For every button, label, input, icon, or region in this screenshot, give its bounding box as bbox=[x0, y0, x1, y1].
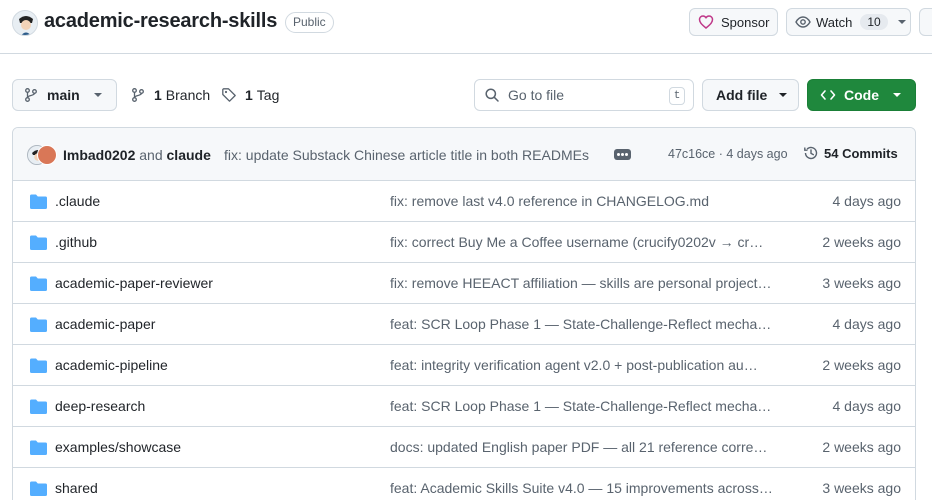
commits-link[interactable]: 54 Commits bbox=[803, 145, 898, 161]
file-commit-message[interactable]: feat: integrity verification agent v2.0 … bbox=[390, 357, 778, 373]
file-commit-message[interactable]: fix: correct Buy Me a Coffee username (c… bbox=[390, 234, 778, 250]
folder-icon bbox=[30, 358, 47, 373]
watch-count: 10 bbox=[860, 14, 888, 30]
sponsor-button[interactable]: Sponsor bbox=[689, 8, 778, 36]
folder-icon bbox=[30, 399, 47, 414]
keyboard-shortcut: t bbox=[669, 87, 685, 105]
folder-icon bbox=[30, 317, 47, 332]
file-age: 4 days ago bbox=[832, 398, 902, 414]
folder-icon bbox=[30, 194, 47, 209]
file-name[interactable]: deep-research bbox=[55, 398, 145, 414]
history-icon bbox=[804, 146, 818, 160]
tags-link[interactable]: 1 Tag bbox=[221, 87, 279, 103]
file-row[interactable]: academic-paper feat: SCR Loop Phase 1 — … bbox=[13, 304, 915, 345]
commit-count: 54 Commits bbox=[824, 145, 898, 161]
branch-icon bbox=[132, 88, 144, 102]
file-browser: Imbad0202 and claude fix: update Substac… bbox=[12, 127, 916, 500]
file-name[interactable]: shared bbox=[55, 480, 98, 496]
file-commit-message[interactable]: fix: remove last v4.0 reference in CHANG… bbox=[390, 193, 778, 209]
sponsor-label: Sponsor bbox=[721, 14, 770, 30]
tag-label: Tag bbox=[256, 87, 280, 103]
code-icon bbox=[820, 90, 836, 100]
author-link[interactable]: Imbad0202 bbox=[63, 147, 135, 163]
go-to-file-input[interactable]: Go to file t bbox=[474, 79, 694, 111]
file-name[interactable]: .claude bbox=[55, 193, 100, 209]
heart-icon bbox=[698, 15, 714, 29]
latest-commit-bar: Imbad0202 and claude fix: update Substac… bbox=[13, 128, 915, 181]
coauthor-link[interactable]: claude bbox=[167, 147, 211, 163]
commit-message[interactable]: fix: update Substack Chinese article tit… bbox=[224, 147, 589, 163]
branch-name: main bbox=[47, 87, 80, 103]
file-row[interactable]: academic-paper-reviewer fix: remove HEEA… bbox=[13, 263, 915, 304]
file-row[interactable]: examples/showcase docs: updated English … bbox=[13, 427, 915, 468]
search-placeholder: Go to file bbox=[508, 87, 565, 103]
branches-link[interactable]: 1 Branch bbox=[130, 87, 210, 103]
file-age: 3 weeks ago bbox=[822, 275, 901, 291]
chevron-down-icon bbox=[893, 93, 901, 97]
code-button[interactable]: Code bbox=[807, 79, 916, 111]
eye-icon bbox=[795, 16, 811, 28]
file-commit-message[interactable]: feat: Academic Skills Suite v4.0 — 15 im… bbox=[390, 480, 778, 496]
tag-count: 1 bbox=[245, 87, 253, 103]
file-name[interactable]: academic-paper bbox=[55, 316, 155, 332]
add-file-label: Add file bbox=[716, 87, 768, 103]
watch-label: Watch bbox=[816, 14, 853, 30]
folder-icon bbox=[30, 440, 47, 455]
folder-icon bbox=[30, 481, 47, 496]
file-commit-message[interactable]: fix: remove HEEACT affiliation — skills … bbox=[390, 275, 778, 291]
file-name[interactable]: .github bbox=[55, 234, 97, 250]
file-row[interactable]: deep-research feat: SCR Loop Phase 1 — S… bbox=[13, 386, 915, 427]
folder-icon bbox=[30, 235, 47, 250]
commit-authors: Imbad0202 and claude bbox=[63, 147, 211, 163]
file-name[interactable]: academic-pipeline bbox=[55, 357, 168, 373]
branch-count: 1 bbox=[154, 87, 162, 103]
file-name[interactable]: examples/showcase bbox=[55, 439, 181, 455]
chevron-down-icon bbox=[93, 93, 102, 97]
file-age: 4 days ago bbox=[832, 193, 902, 209]
expand-commit-button[interactable] bbox=[614, 149, 631, 160]
file-age: 2 weeks ago bbox=[822, 439, 901, 455]
code-label: Code bbox=[844, 87, 879, 103]
fork-button[interactable] bbox=[919, 8, 932, 36]
file-row[interactable]: .claude fix: remove last v4.0 reference … bbox=[13, 181, 915, 222]
owner-avatar[interactable] bbox=[12, 10, 38, 36]
file-name[interactable]: academic-paper-reviewer bbox=[55, 275, 213, 291]
repo-header: academic-research-skills Public Sponsor … bbox=[0, 0, 932, 54]
watch-button[interactable]: Watch 10 bbox=[786, 8, 911, 36]
file-age: 2 weeks ago bbox=[822, 234, 901, 250]
file-row[interactable]: shared feat: Academic Skills Suite v4.0 … bbox=[13, 468, 915, 500]
file-age: 3 weeks ago bbox=[822, 480, 901, 496]
file-commit-message[interactable]: feat: SCR Loop Phase 1 — State-Challenge… bbox=[390, 316, 778, 332]
repo-title[interactable]: academic-research-skills bbox=[44, 10, 277, 33]
coauthor-avatar[interactable] bbox=[37, 145, 57, 165]
branch-icon bbox=[25, 88, 37, 102]
commit-hash-time[interactable]: 47c16ce · 4 days ago bbox=[668, 147, 788, 161]
branch-selector[interactable]: main bbox=[12, 79, 117, 111]
authors-conjunction: and bbox=[139, 147, 163, 163]
file-age: 4 days ago bbox=[832, 316, 902, 332]
folder-icon bbox=[30, 276, 47, 291]
search-icon bbox=[485, 88, 499, 102]
add-file-button[interactable]: Add file bbox=[702, 79, 799, 111]
file-row[interactable]: academic-pipeline feat: integrity verifi… bbox=[13, 345, 915, 386]
branch-label: Branch bbox=[165, 87, 211, 103]
file-commit-message[interactable]: feat: SCR Loop Phase 1 — State-Challenge… bbox=[390, 398, 778, 414]
chevron-down-icon bbox=[897, 20, 906, 24]
tag-icon bbox=[222, 88, 236, 102]
file-commit-message[interactable]: docs: updated English paper PDF — all 21… bbox=[390, 439, 778, 455]
chevron-down-icon bbox=[779, 93, 788, 97]
file-row[interactable]: .github fix: correct Buy Me a Coffee use… bbox=[13, 222, 915, 263]
file-age: 2 weeks ago bbox=[822, 357, 901, 373]
visibility-badge: Public bbox=[285, 12, 334, 33]
